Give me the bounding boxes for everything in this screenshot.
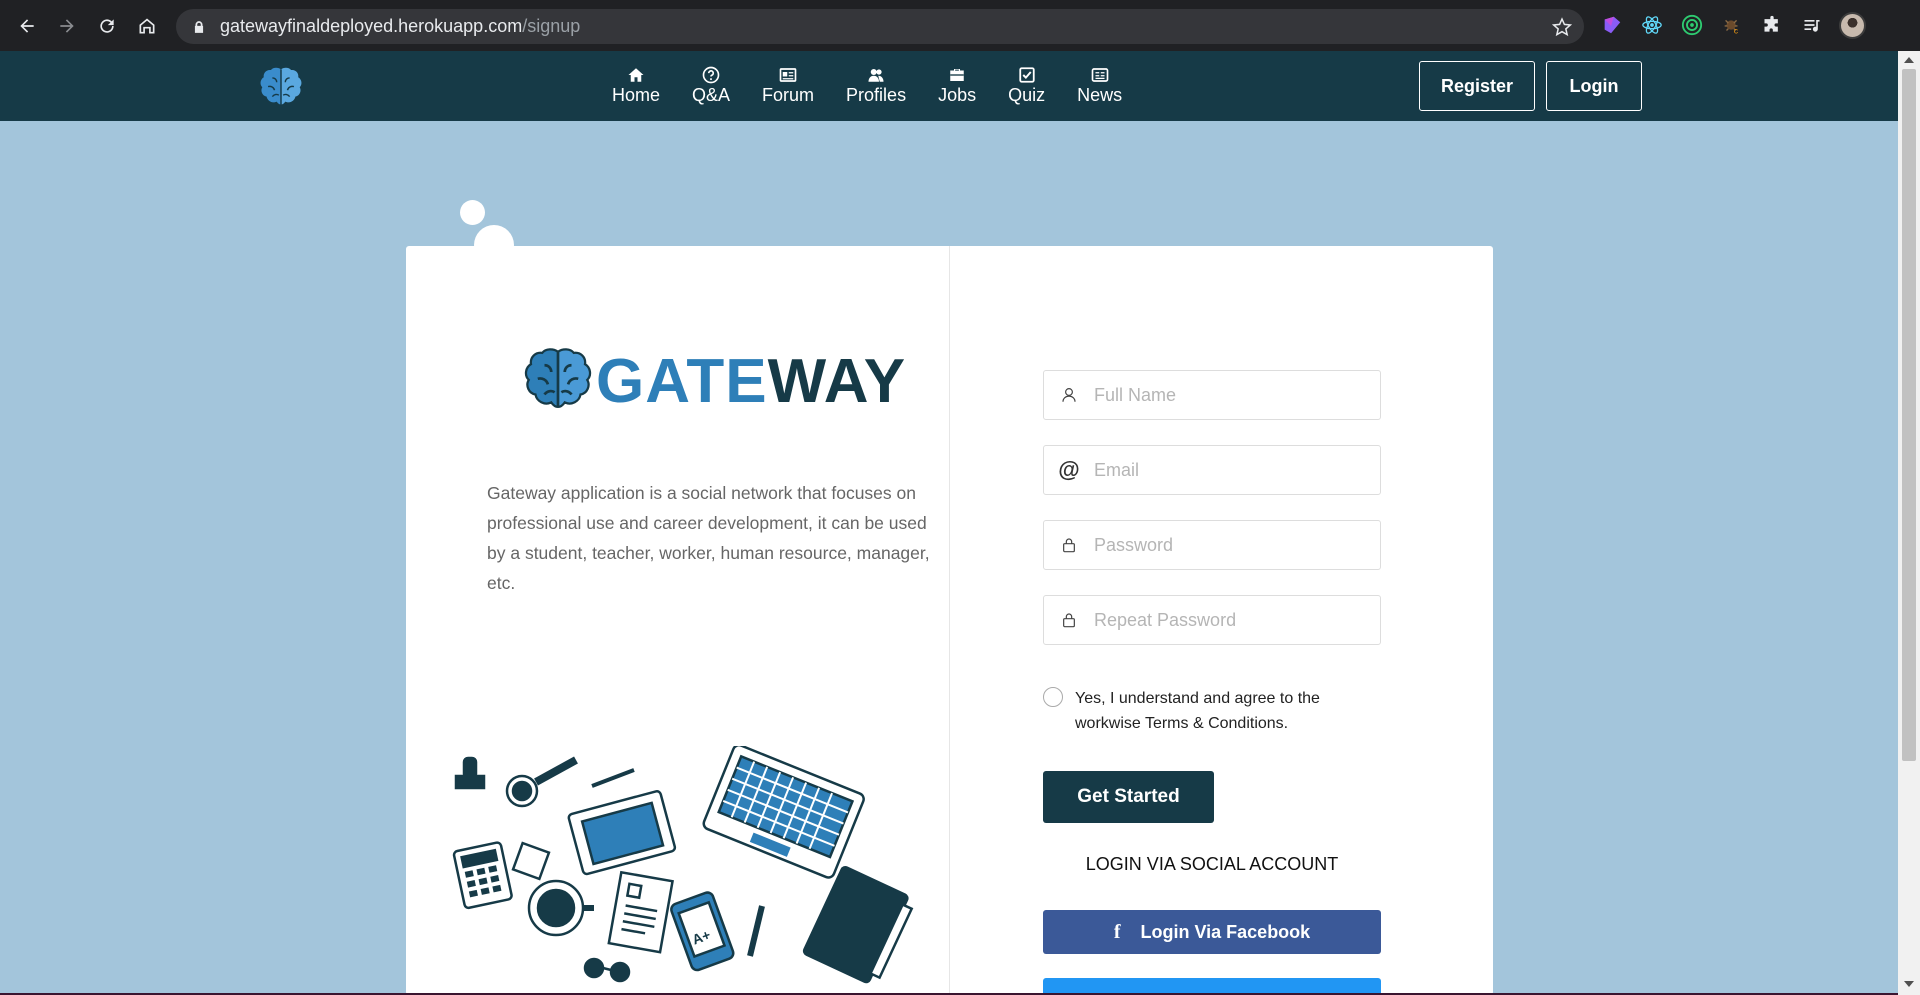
browser-toolbar: gatewayfinaldeployed.herokuapp.com/signu… (0, 0, 1920, 51)
back-button[interactable] (7, 6, 47, 46)
nav-item-home[interactable]: Home (612, 66, 660, 106)
nav-item-label: Forum (762, 85, 815, 105)
logo-wordmark: GATEWAY (596, 346, 906, 417)
facebook-icon: f (1113, 920, 1121, 943)
nav-item-label: Q&A (692, 85, 731, 105)
nav-item-label: Jobs (938, 85, 977, 105)
at-icon: @ (1058, 457, 1080, 482)
checkbox-icon (1018, 67, 1035, 83)
home-icon (628, 68, 644, 82)
facebook-login-label: Login Via Facebook (1140, 921, 1311, 942)
facebook-login-button[interactable]: f Login Via Facebook (1043, 910, 1381, 954)
register-button[interactable]: Register (1419, 61, 1535, 111)
repeat-password-input[interactable] (1094, 609, 1364, 631)
scroll-down-arrow[interactable] (1904, 981, 1914, 987)
home-icon (139, 18, 155, 34)
lock-icon (194, 20, 204, 33)
react-devtools-icon[interactable] (1640, 13, 1664, 37)
reload-button[interactable] (87, 6, 127, 46)
extension-1-icon[interactable] (1600, 13, 1624, 37)
home-button[interactable] (127, 6, 167, 46)
profiles-icon (868, 69, 884, 82)
nav-item-label: Home (612, 85, 661, 105)
gateway-logo: GATEWAY (522, 344, 906, 418)
brain-logo-icon (524, 348, 592, 409)
password-field[interactable] (1043, 520, 1381, 570)
social-login-heading: LOGIN VIA SOCIAL ACCOUNT (1085, 854, 1339, 874)
full-name-field[interactable] (1043, 370, 1381, 420)
logo-way: WAY (767, 346, 907, 416)
nav-item-label: News (1077, 85, 1123, 105)
card-divider (949, 246, 950, 995)
logo-gate: GATE (596, 346, 768, 416)
email-input[interactable] (1094, 459, 1364, 481)
lock-icon (1044, 596, 1094, 644)
url-host: gatewayfinaldeployed.herokuapp.com (220, 16, 523, 36)
newspaper-icon (1091, 68, 1108, 82)
password-input[interactable] (1094, 534, 1364, 556)
get-started-button[interactable]: Get Started (1043, 771, 1214, 823)
nav-item-label: Quiz (1008, 85, 1046, 105)
star-icon[interactable] (1552, 17, 1572, 37)
forum-icon (779, 68, 797, 82)
media-icon[interactable] (1800, 13, 1824, 37)
nav-item-label: Profiles (846, 85, 907, 105)
email-field[interactable]: @ (1043, 445, 1381, 495)
question-icon (702, 66, 720, 84)
back-icon (20, 19, 34, 33)
address-bar[interactable]: gatewayfinaldeployed.herokuapp.com/signu… (176, 9, 1584, 44)
login-button[interactable]: Login (1546, 61, 1642, 111)
lock-icon (1044, 521, 1094, 569)
extensions-icon[interactable] (1760, 13, 1784, 37)
decor-bubble-small (460, 200, 485, 225)
terms-label: Yes, I understand and agree to the workw… (1075, 690, 1320, 732)
url-path: /signup (522, 16, 581, 36)
briefcase-icon (950, 69, 964, 81)
nav-item-news[interactable]: News (1077, 66, 1122, 106)
nav-item-forum[interactable]: Forum (762, 66, 814, 106)
nav-item-quiz[interactable]: Quiz (1008, 66, 1045, 106)
scroll-up-arrow[interactable] (1904, 57, 1914, 63)
user-icon (1044, 371, 1094, 419)
repeat-password-field[interactable] (1043, 595, 1381, 645)
nav-item-profiles[interactable]: Profiles (846, 66, 906, 106)
app-description: Gateway application is a social network … (487, 483, 930, 593)
signup-card: GATEWAY Gateway application is a social … (406, 246, 1493, 995)
reload-icon (100, 19, 114, 33)
terms-checkbox-row[interactable]: Yes, I understand and agree to the workw… (1043, 686, 1355, 736)
target-extension-icon[interactable] (1680, 13, 1704, 37)
full-name-input[interactable] (1094, 384, 1364, 406)
forward-icon (60, 19, 74, 33)
profile-avatar[interactable] (1839, 12, 1866, 39)
forward-button[interactable] (47, 6, 87, 46)
bug-extension-icon[interactable]: c (1720, 13, 1744, 37)
page-scrollbar[interactable] (1898, 51, 1920, 995)
svg-text:c: c (1734, 26, 1738, 35)
brain-logo-icon[interactable] (258, 65, 304, 111)
nav-item-jobs[interactable]: Jobs (938, 66, 976, 106)
terms-radio[interactable] (1043, 687, 1063, 707)
office-desk-illustration: A+ (452, 746, 914, 984)
app-navbar: Home Q&A Forum Profiles Jobs Quiz News R… (0, 51, 1898, 121)
scroll-thumb[interactable] (1902, 69, 1916, 761)
main-nav: Home Q&A Forum Profiles Jobs Quiz News (612, 66, 1154, 106)
nav-item-qa[interactable]: Q&A (692, 66, 730, 106)
